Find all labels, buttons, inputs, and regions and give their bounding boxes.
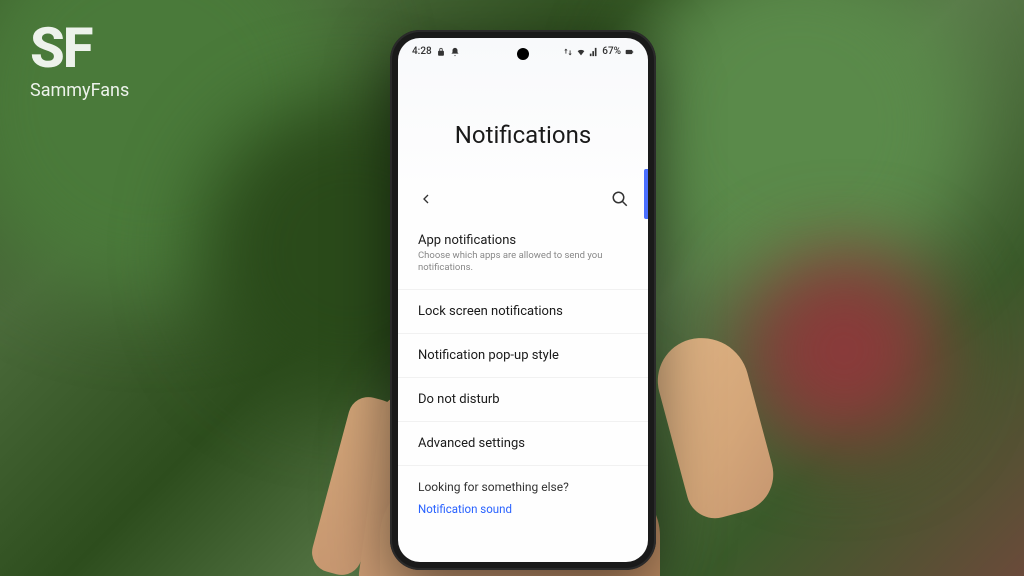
setting-advanced[interactable]: Advanced settings [398,422,648,466]
lock-icon [436,47,446,57]
page-header: Notifications [398,61,648,179]
search-button[interactable] [610,189,630,209]
phone-frame: 4:28 [390,30,656,570]
watermark: SF SammyFans [30,20,129,101]
page-title: Notifications [418,121,628,149]
signal-icon [589,47,599,57]
setting-title: Advanced settings [418,436,628,451]
phone-screen: 4:28 [398,38,648,562]
scroll-indicator[interactable] [644,169,648,219]
data-icon [563,47,573,57]
status-time: 4:28 [412,46,432,57]
setting-title: Notification pop-up style [418,348,628,363]
setting-app-notifications[interactable]: App notifications Choose which apps are … [398,219,648,290]
watermark-name: SammyFans [30,80,129,101]
back-button[interactable] [416,189,436,209]
setting-title: Lock screen notifications [418,304,628,319]
status-battery: 67% [602,46,621,57]
setting-lock-screen[interactable]: Lock screen notifications [398,290,648,334]
camera-cutout [517,48,529,60]
battery-icon [624,47,634,57]
setting-title: App notifications [418,233,628,248]
wifi-icon [576,47,586,57]
toolbar [398,179,648,219]
setting-title: Do not disturb [418,392,628,407]
setting-desc: Choose which apps are allowed to send yo… [418,250,628,275]
footer-section: Looking for something else? Notification… [398,466,648,522]
footer-link-notification-sound[interactable]: Notification sound [418,502,628,516]
bell-icon [450,47,460,57]
watermark-logo: SF [30,20,129,76]
settings-list: App notifications Choose which apps are … [398,219,648,466]
setting-dnd[interactable]: Do not disturb [398,378,648,422]
scene: SF SammyFans 4:28 [0,0,1024,576]
setting-popup-style[interactable]: Notification pop-up style [398,334,648,378]
footer-prompt: Looking for something else? [418,480,628,494]
